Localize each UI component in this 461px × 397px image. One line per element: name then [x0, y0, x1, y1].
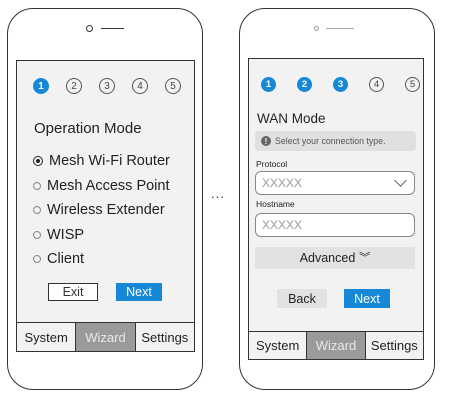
radio-selected-icon [33, 156, 43, 167]
hostname-value: XXXXX [262, 218, 303, 232]
speaker-icon [326, 28, 354, 30]
step-2: 2 [297, 77, 312, 92]
hostname-label: Hostname [256, 199, 295, 209]
info-icon: ! [261, 136, 271, 146]
radio-icon [33, 181, 41, 190]
mode-label: Wireless Extender [47, 202, 165, 219]
protocol-select[interactable]: XXXXX [255, 171, 415, 195]
step-3: 3 [333, 77, 348, 92]
step-2: 2 [66, 78, 82, 94]
protocol-label: Protocol [256, 159, 288, 169]
next-button[interactable]: Next [116, 283, 162, 301]
tab-settings[interactable]: Settings [366, 332, 423, 359]
camera-icon [314, 26, 319, 31]
page-title: WAN Mode [257, 111, 326, 126]
mode-option-wisp[interactable]: WISP [33, 223, 170, 248]
mode-label: Mesh Wi-Fi Router [49, 153, 170, 170]
tab-wizard[interactable]: Wizard [307, 332, 366, 359]
step-1: 1 [33, 78, 49, 94]
hostname-input[interactable]: XXXXX [255, 213, 415, 237]
tab-system[interactable]: System [17, 323, 77, 351]
mode-option-mesh-access-point[interactable]: Mesh Access Point [33, 174, 170, 199]
wizard-steps: 1 2 3 4 5 [33, 78, 181, 94]
step-5: 5 [165, 78, 181, 94]
mode-option-wireless-extender[interactable]: Wireless Extender [33, 198, 170, 223]
mode-label: Client [47, 251, 85, 268]
mode-label: WISP [47, 226, 85, 243]
advanced-button[interactable]: Advanced ︾ [255, 247, 415, 269]
step-1: 1 [261, 77, 276, 92]
ellipsis-separator: ... [211, 186, 225, 201]
camera-icon [86, 25, 93, 32]
mode-label: Mesh Access Point [47, 177, 170, 194]
tab-system[interactable]: System [249, 332, 308, 359]
next-button[interactable]: Next [344, 289, 390, 308]
protocol-value: XXXXX [262, 176, 303, 190]
double-chevron-down-icon: ︾ [359, 251, 371, 264]
left-phone: 1 2 3 4 5 Operation Mode Mesh Wi-Fi Rout… [7, 8, 203, 390]
step-4: 4 [369, 77, 384, 92]
step-3: 3 [99, 78, 115, 94]
exit-button[interactable]: Exit [48, 283, 98, 301]
chevron-down-icon [394, 174, 407, 187]
speaker-icon [101, 28, 124, 30]
mode-option-mesh-wifi-router[interactable]: Mesh Wi-Fi Router [33, 149, 170, 174]
back-button[interactable]: Back [277, 289, 327, 308]
right-screen: 1 2 3 4 5 WAN Mode ! Select your connect… [248, 58, 424, 360]
left-screen: 1 2 3 4 5 Operation Mode Mesh Wi-Fi Rout… [16, 60, 195, 352]
bottom-tab-bar: System Wizard Settings [249, 331, 423, 359]
tab-wizard[interactable]: Wizard [76, 323, 136, 351]
mode-list: Mesh Wi-Fi Router Mesh Access Point Wire… [33, 149, 170, 272]
wizard-steps: 1 2 3 4 5 [261, 77, 420, 92]
mode-option-client[interactable]: Client [33, 247, 170, 272]
radio-icon [33, 230, 41, 239]
step-5: 5 [405, 77, 420, 92]
advanced-label: Advanced [299, 251, 356, 265]
right-phone: 1 2 3 4 5 WAN Mode ! Select your connect… [239, 8, 435, 390]
page-title: Operation Mode [34, 120, 142, 137]
step-4: 4 [132, 78, 148, 94]
info-banner: ! Select your connection type. [255, 131, 416, 151]
radio-icon [33, 206, 41, 215]
tab-settings[interactable]: Settings [136, 323, 194, 351]
radio-icon [33, 255, 41, 264]
info-text: Select your connection type. [275, 136, 386, 146]
bottom-tab-bar: System Wizard Settings [17, 322, 194, 351]
